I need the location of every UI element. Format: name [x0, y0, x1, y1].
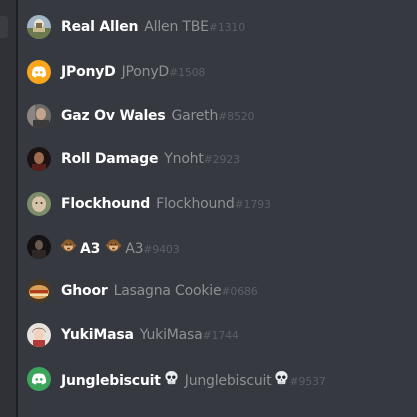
username: A3	[106, 238, 143, 257]
username: Lasagna Cookie	[113, 283, 222, 299]
member-row[interactable]: Gaz Ov Wales Gareth #8520	[18, 96, 417, 136]
member-row[interactable]: Junglebiscuit Junglebiscuit #9537	[18, 359, 417, 399]
portrait-avatar-icon[interactable]	[27, 104, 51, 128]
member-row[interactable]: A3 A3 #9403	[18, 227, 417, 267]
member-list: Real Allen Allen TBE #1310 JPonyD JPonyD…	[18, 0, 417, 417]
display-name: Junglebiscuit	[61, 372, 161, 389]
member-names: YukiMasa YukiMasa #1744	[61, 327, 239, 343]
display-name: A3	[80, 240, 101, 257]
display-name: Gaz Ov Wales	[61, 108, 166, 124]
anime-character-avatar-icon[interactable]	[27, 323, 51, 347]
member-names: Flockhound Flockhound #1793	[61, 196, 271, 212]
member-list-window: Real Allen Allen TBE #1310 JPonyD JPonyD…	[0, 0, 417, 417]
member-row[interactable]: Roll Damage Ynoht #2923	[18, 139, 417, 179]
discriminator: #1508	[169, 66, 206, 79]
discord-default-avatar-green-icon[interactable]	[27, 367, 51, 391]
member-names: Gaz Ov Wales Gareth #8520	[61, 108, 255, 124]
skull-emoji-icon	[164, 370, 179, 385]
discriminator: #9537	[289, 374, 326, 388]
display-name: Real Allen	[61, 19, 139, 35]
username: Gareth	[171, 108, 219, 124]
display-name: Ghoor	[61, 283, 108, 299]
skull-emoji-icon	[274, 370, 289, 385]
member-names: Ghoor Lasagna Cookie #0686	[61, 283, 258, 299]
discriminator: #9403	[143, 242, 180, 256]
landscape-avatar-icon[interactable]	[27, 15, 51, 39]
username: YukiMasa	[139, 327, 203, 343]
member-row[interactable]: Flockhound Flockhound #1793	[18, 184, 417, 224]
member-row[interactable]: JPonyD JPonyD #1508	[18, 52, 417, 92]
face-avatar-icon[interactable]	[27, 192, 51, 216]
discriminator: #1744	[202, 329, 239, 342]
username: Flockhound	[156, 196, 235, 212]
left-sidebar-edge	[0, 0, 17, 417]
username: Junglebiscuit	[184, 372, 272, 389]
username: Allen TBE	[144, 19, 209, 35]
display-name: Flockhound	[61, 196, 151, 212]
display-name: Roll Damage	[61, 151, 159, 167]
member-row[interactable]: Real Allen Allen TBE #1310	[18, 7, 417, 47]
member-names: JPonyD JPonyD #1508	[61, 64, 205, 80]
monkey-emoji-icon	[106, 238, 121, 253]
username-text: A3	[125, 240, 144, 257]
member-names: Real Allen Allen TBE #1310	[61, 19, 245, 35]
username: Ynoht	[164, 151, 204, 167]
member-row[interactable]: YukiMasa YukiMasa #1744	[18, 315, 417, 355]
discriminator: #0686	[221, 285, 258, 298]
display-name: JPonyD	[61, 64, 116, 80]
food-avatar-icon[interactable]	[27, 279, 51, 303]
discriminator: #2923	[203, 153, 240, 166]
dark-character-avatar-icon[interactable]	[27, 147, 51, 171]
discord-default-avatar-orange-icon[interactable]	[27, 60, 51, 84]
member-names: Roll Damage Ynoht #2923	[61, 151, 240, 167]
discriminator: #1793	[234, 198, 271, 211]
monkey-emoji-icon	[61, 238, 76, 253]
member-names: A3 A3 #9403	[61, 238, 180, 257]
dark-figure-avatar-icon[interactable]	[27, 235, 51, 259]
discriminator: #1310	[208, 21, 246, 34]
member-names: Junglebiscuit Junglebiscuit #9537	[61, 370, 326, 389]
discriminator: #8520	[218, 110, 255, 123]
member-row[interactable]: Ghoor Lasagna Cookie #0686	[18, 271, 417, 311]
display-name: YukiMasa	[61, 327, 134, 343]
username: JPonyD	[121, 64, 170, 80]
sidebar-tab[interactable]	[0, 16, 8, 38]
